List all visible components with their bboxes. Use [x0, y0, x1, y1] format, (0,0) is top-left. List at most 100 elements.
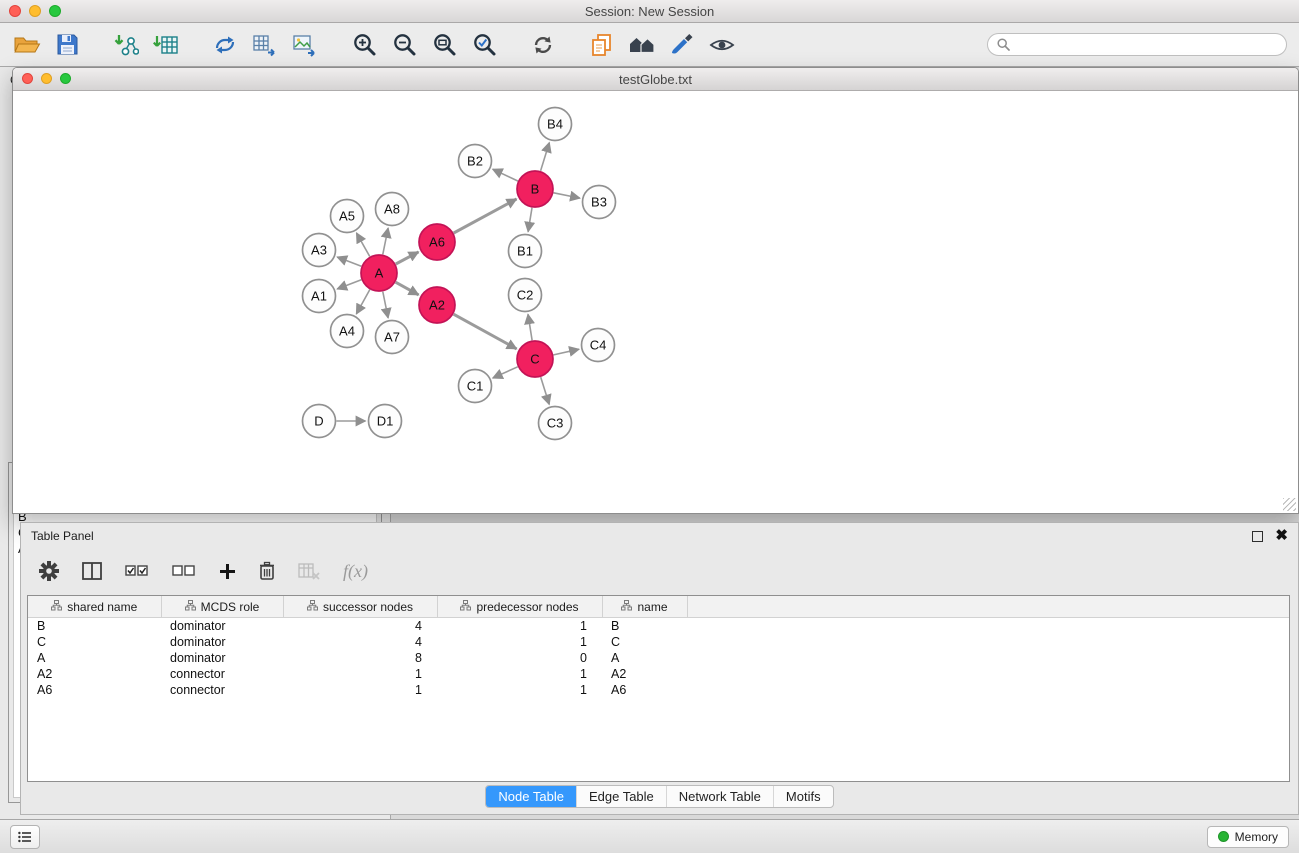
edge-B-B3[interactable]: [554, 193, 580, 198]
search-input[interactable]: [1016, 37, 1277, 53]
node-C2[interactable]: C2: [509, 279, 542, 312]
tab-edge-table[interactable]: Edge Table: [577, 786, 667, 807]
node-C1[interactable]: C1: [459, 370, 492, 403]
network-canvas[interactable]: B4 B2 B B3 A5 A8 A6 B1 A3 A C2 A1 A2 A4 A7 C C4 C1 C3 D D1: [13, 91, 1298, 513]
edge-B-B2[interactable]: [493, 169, 518, 181]
node-A1[interactable]: A1: [303, 280, 336, 313]
node-A3[interactable]: A3: [303, 234, 336, 267]
edge-B-B4[interactable]: [541, 143, 550, 171]
float-panel-icon[interactable]: [1252, 531, 1263, 542]
first-neighbors-button[interactable]: [627, 28, 657, 62]
node-A5[interactable]: A5: [331, 200, 364, 233]
node-A7[interactable]: A7: [376, 321, 409, 354]
node-label: B2: [467, 154, 483, 169]
edge-C-C3[interactable]: [541, 377, 550, 404]
window-titlebar: Session: New Session: [0, 0, 1299, 23]
import-table-button[interactable]: [151, 28, 181, 62]
export-image-button[interactable]: [290, 28, 320, 62]
delete-column-button[interactable]: [259, 561, 275, 581]
edge-A-A3[interactable]: [337, 257, 361, 266]
unselect-all-columns-button[interactable]: [172, 564, 196, 578]
delete-table-button[interactable]: [298, 562, 320, 580]
node-B[interactable]: B: [517, 171, 553, 207]
open-session-button[interactable]: [12, 28, 42, 62]
memory-button[interactable]: Memory: [1207, 826, 1289, 848]
edge-A6-B[interactable]: [454, 199, 517, 233]
table-row[interactable]: Cdominator41C: [28, 634, 1289, 650]
node-label: A5: [339, 209, 355, 224]
edge-C-C4[interactable]: [554, 349, 580, 355]
import-network-icon: [113, 33, 139, 57]
edge-C-C1[interactable]: [493, 367, 518, 378]
node-A8[interactable]: A8: [376, 193, 409, 226]
node-D1[interactable]: D1: [369, 405, 402, 438]
edge-A-A4[interactable]: [356, 290, 369, 314]
column-header-MCDS-role[interactable]: MCDS role: [161, 596, 283, 618]
zoom-fit-button[interactable]: [429, 28, 459, 62]
node-B2[interactable]: B2: [459, 145, 492, 178]
column-header-successor-nodes[interactable]: successor nodes: [283, 596, 437, 618]
resize-grip[interactable]: [1283, 498, 1296, 511]
table-settings-button[interactable]: [39, 561, 59, 581]
task-history-button[interactable]: [10, 825, 40, 849]
function-builder-button[interactable]: f(x): [343, 561, 368, 582]
table-row[interactable]: A6connector11A6: [28, 682, 1289, 698]
node-A6[interactable]: A6: [419, 224, 455, 260]
refresh-button[interactable]: [528, 28, 558, 62]
import-network-button[interactable]: [111, 28, 141, 62]
new-table-button[interactable]: [250, 28, 280, 62]
table-row[interactable]: A2connector11A2: [28, 666, 1289, 682]
node-A[interactable]: A: [361, 255, 397, 291]
select-all-columns-button[interactable]: [125, 564, 149, 578]
node-B1[interactable]: B1: [509, 235, 542, 268]
edge-A2-C[interactable]: [454, 314, 517, 349]
create-column-button[interactable]: [219, 563, 236, 580]
edge-A-A7[interactable]: [383, 292, 388, 318]
node-D[interactable]: D: [303, 405, 336, 438]
minimize-window-button[interactable]: [29, 5, 41, 17]
network-minimize-button[interactable]: [41, 73, 52, 84]
edge-A-A2[interactable]: [396, 282, 419, 295]
node-C4[interactable]: C4: [582, 329, 615, 362]
network-close-button[interactable]: [22, 73, 33, 84]
zoom-selected-button[interactable]: [469, 28, 499, 62]
tab-network-table[interactable]: Network Table: [667, 786, 774, 807]
zoom-out-button[interactable]: [389, 28, 419, 62]
table-row[interactable]: Bdominator41B: [28, 618, 1289, 635]
zoom-window-button[interactable]: [49, 5, 61, 17]
network-zoom-button[interactable]: [60, 73, 71, 84]
node-A2[interactable]: A2: [419, 287, 455, 323]
close-window-button[interactable]: [9, 5, 21, 17]
plus-icon: [219, 563, 236, 580]
save-session-button[interactable]: [52, 28, 82, 62]
edge-A-A1[interactable]: [337, 280, 361, 289]
node-B4[interactable]: B4: [539, 108, 572, 141]
status-bar: Memory: [0, 819, 1299, 853]
close-panel-icon[interactable]: ✖: [1275, 531, 1288, 541]
memory-status-icon: [1218, 831, 1229, 842]
edge-A-A8[interactable]: [383, 228, 388, 254]
edge-A-A6[interactable]: [396, 252, 419, 264]
edge-C-C2[interactable]: [528, 314, 532, 340]
tab-node-table[interactable]: Node Table: [486, 786, 577, 807]
node-label: B1: [517, 244, 533, 259]
node-C3[interactable]: C3: [539, 407, 572, 440]
tab-motifs[interactable]: Motifs: [774, 786, 833, 807]
zoom-in-button[interactable]: [349, 28, 379, 62]
table-row[interactable]: Adominator80A: [28, 650, 1289, 666]
show-column-panel-button[interactable]: [82, 562, 102, 580]
edge-A-A5[interactable]: [357, 233, 370, 256]
node-C[interactable]: C: [517, 341, 553, 377]
clone-network-button[interactable]: [587, 28, 617, 62]
column-header-predecessor-nodes[interactable]: predecessor nodes: [437, 596, 602, 618]
node-A4[interactable]: A4: [331, 315, 364, 348]
column-header-shared-name[interactable]: shared name: [28, 596, 161, 618]
delete-table-icon: [298, 562, 320, 580]
edge-B-B1[interactable]: [528, 208, 532, 232]
new-network-button[interactable]: [210, 28, 240, 62]
search-box: [987, 33, 1287, 56]
column-header-name[interactable]: name: [602, 596, 687, 618]
show-hide-button[interactable]: [707, 28, 737, 62]
node-B3[interactable]: B3: [583, 186, 616, 219]
graphics-details-button[interactable]: [667, 28, 697, 62]
